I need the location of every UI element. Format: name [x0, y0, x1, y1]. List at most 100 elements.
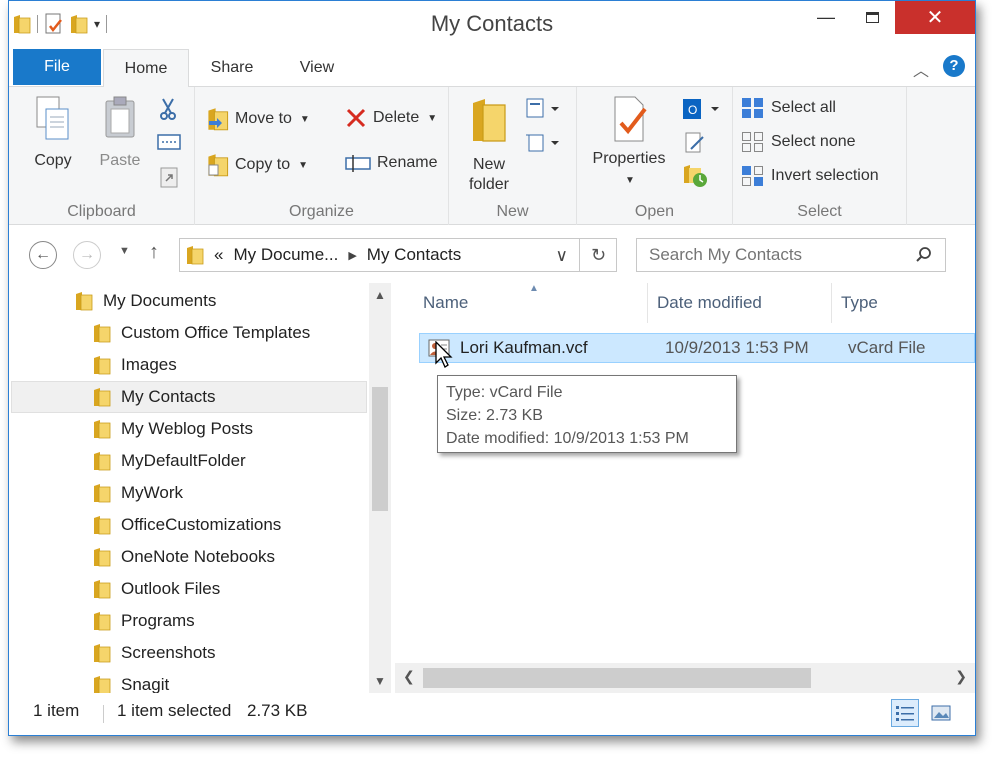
close-button[interactable]: ✕	[895, 1, 975, 34]
nav-item-label: MyWork	[121, 483, 184, 502]
nav-item-folder[interactable]: Programs	[11, 605, 367, 637]
nav-item-my-documents[interactable]: My Documents	[11, 285, 367, 317]
new-item-icon[interactable]	[525, 97, 561, 121]
select-none-button[interactable]: Select none	[741, 131, 856, 153]
status-bar: 1 item 1 item selected 2.73 KB	[9, 693, 975, 735]
copy-button[interactable]: Copy	[27, 95, 79, 171]
refresh-button[interactable]: ↻	[579, 238, 617, 272]
nav-item-label: My Documents	[103, 291, 217, 310]
breadcrumb-my-contacts[interactable]: My Contacts	[367, 245, 461, 265]
column-header-name[interactable]: Name	[423, 283, 468, 323]
tab-view[interactable]: View	[285, 49, 349, 87]
new-folder-button[interactable]: New folder	[459, 93, 519, 195]
organize-group: Move to ▼ Copy to ▼ Delete ▼ Rename Organiz…	[195, 87, 449, 225]
column-header-type[interactable]: Type	[841, 283, 878, 323]
up-arrow-icon[interactable]: ↑	[149, 241, 159, 264]
nav-item-folder[interactable]: MyWork	[11, 477, 367, 509]
file-list: ▲ Name Date modified Type Lori Kaufman.v…	[395, 283, 975, 693]
copy-path-icon[interactable]	[157, 131, 181, 153]
nav-item-folder[interactable]: Custom Office Templates	[11, 317, 367, 349]
back-arrow-icon: ←	[35, 246, 51, 263]
search-input[interactable]	[637, 239, 897, 271]
scrollbar-thumb[interactable]	[372, 387, 388, 511]
column-divider[interactable]	[831, 283, 832, 323]
properties-button[interactable]: Properties ▼	[581, 95, 677, 191]
scroll-up-icon[interactable]: ▲	[369, 285, 391, 305]
move-to-label: Move to	[235, 110, 292, 127]
column-header-date[interactable]: Date modified	[657, 283, 762, 323]
mouse-cursor-icon	[435, 341, 453, 368]
column-divider[interactable]	[647, 283, 648, 323]
folder-icon	[93, 579, 111, 599]
details-view-button[interactable]	[891, 699, 919, 727]
tooltip-type: Type: vCard File	[446, 384, 563, 401]
properties-icon	[614, 96, 647, 142]
file-row-selected[interactable]: Lori Kaufman.vcf 10/9/2013 1:53 PM vCard…	[419, 333, 975, 363]
large-icons-view-button[interactable]	[927, 699, 955, 727]
rename-button[interactable]: Rename	[345, 153, 437, 173]
nav-item-label: MyDefaultFolder	[121, 451, 246, 470]
tab-file[interactable]: File	[13, 49, 101, 85]
maximize-button[interactable]	[849, 1, 895, 34]
outlook-icon[interactable]: O	[681, 97, 721, 121]
tab-share[interactable]: Share	[197, 49, 267, 87]
scroll-right-icon[interactable]: ❯	[955, 668, 967, 685]
nav-item-label: My Weblog Posts	[121, 419, 253, 438]
paste-button[interactable]: Paste	[91, 95, 149, 171]
scroll-down-icon[interactable]: ▼	[369, 671, 391, 691]
file-date: 10/9/2013 1:53 PM	[665, 338, 809, 357]
nav-item-folder[interactable]: Screenshots	[11, 637, 367, 669]
history-icon[interactable]	[683, 163, 709, 189]
scroll-left-icon[interactable]: ❮	[403, 668, 415, 685]
svg-text:O: O	[688, 103, 697, 117]
copy-to-label: Copy to	[235, 156, 291, 173]
nav-item-folder[interactable]: Images	[11, 349, 367, 381]
new-folder-label-2: folder	[468, 176, 510, 193]
new-folder-label-1: New	[472, 156, 505, 173]
rename-label: Rename	[377, 154, 438, 171]
file-list-horizontal-scrollbar[interactable]: ❮ ❯	[395, 663, 975, 693]
breadcrumb-overflow[interactable]: «	[214, 245, 223, 265]
forward-button[interactable]: →	[73, 241, 101, 269]
file-name: Lori Kaufman.vcf	[460, 338, 588, 357]
nav-item-label: Outlook Files	[121, 579, 221, 598]
cut-icon[interactable]	[157, 97, 179, 121]
nav-item-folder-selected[interactable]: My Contacts	[11, 381, 367, 413]
title-bar: ▾ My Contacts — ✕	[9, 1, 975, 47]
collapse-ribbon-icon[interactable]: ︿	[913, 57, 929, 81]
nav-item-folder[interactable]: Outlook Files	[11, 573, 367, 605]
select-all-button[interactable]: Select all	[741, 97, 836, 119]
breadcrumb-my-documents[interactable]: My Docume...	[233, 245, 338, 265]
address-dropdown-icon[interactable]: ∨	[556, 246, 568, 266]
nav-item-folder[interactable]: OneNote Notebooks	[11, 541, 367, 573]
address-bar[interactable]: « My Docume... ▶ My Contacts ∨	[179, 238, 617, 272]
scrollbar-thumb[interactable]	[423, 668, 811, 688]
help-icon[interactable]: ?	[943, 55, 965, 77]
invert-selection-button[interactable]: Invert selection	[741, 165, 879, 187]
nav-item-folder[interactable]: OfficeCustomizations	[11, 509, 367, 541]
recent-locations-icon[interactable]: ▼	[119, 245, 130, 257]
paste-shortcut-icon[interactable]	[159, 165, 181, 189]
nav-item-folder[interactable]: MyDefaultFolder	[11, 445, 367, 477]
copy-to-button[interactable]: Copy to ▼	[207, 153, 308, 177]
nav-item-label: My Contacts	[121, 387, 216, 406]
copy-to-icon	[207, 153, 229, 177]
nav-item-folder[interactable]: My Weblog Posts	[11, 413, 367, 445]
tab-home[interactable]: Home	[103, 49, 189, 88]
search-icon[interactable]	[915, 246, 933, 264]
select-all-icon	[742, 98, 763, 118]
back-button[interactable]: ←	[29, 241, 57, 269]
move-to-button[interactable]: Move to ▼	[207, 107, 310, 131]
clipboard-group: Copy Paste Clipboard	[9, 87, 195, 225]
easy-access-icon[interactable]	[525, 131, 561, 155]
status-separator	[103, 705, 104, 723]
edit-icon[interactable]	[683, 131, 707, 155]
breadcrumb-separator-icon[interactable]: ▶	[348, 249, 356, 262]
nav-pane-scrollbar[interactable]: ▲ ▼	[369, 283, 391, 693]
nav-item-folder[interactable]: Snagit	[11, 669, 367, 693]
clipboard-group-label: Clipboard	[67, 203, 136, 220]
folder-icon	[93, 323, 111, 343]
delete-button[interactable]: Delete ▼	[345, 107, 437, 129]
minimize-button[interactable]: —	[803, 1, 849, 34]
copy-label: Copy	[34, 152, 72, 169]
